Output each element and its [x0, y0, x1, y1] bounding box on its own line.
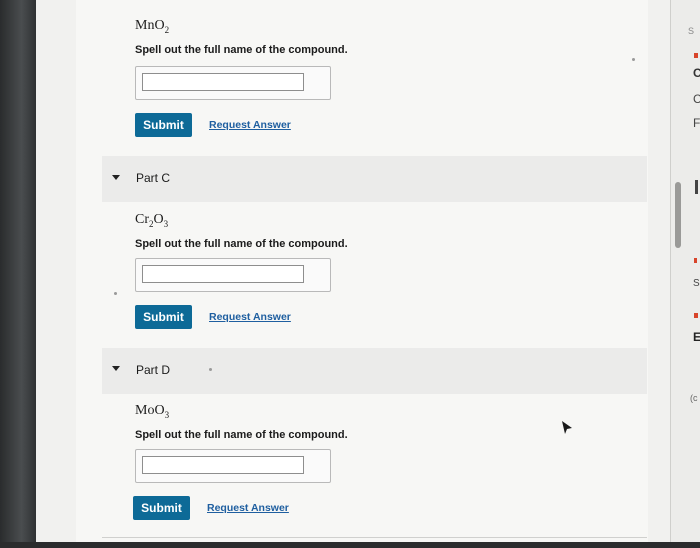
part-d-label: Part D	[136, 363, 171, 377]
divider	[102, 537, 647, 538]
answer-input-part-c[interactable]	[142, 265, 304, 283]
monitor-bezel-left	[0, 0, 36, 548]
side-letter: E	[693, 330, 700, 344]
caret-down-icon[interactable]	[112, 175, 120, 180]
assignment-page	[36, 0, 670, 542]
submit-button-part-d[interactable]: Submit	[133, 496, 190, 520]
answer-box-part-c	[135, 258, 331, 292]
dot	[632, 58, 635, 61]
part-c-header[interactable]	[102, 156, 647, 202]
side-letter: F	[693, 116, 700, 130]
answer-box-part-b	[135, 66, 331, 100]
submit-button-part-c[interactable]: Submit	[135, 305, 192, 329]
answer-input-part-b[interactable]	[142, 73, 304, 91]
right-side-panel	[670, 0, 700, 542]
part-d-header[interactable]	[102, 348, 647, 394]
monitor-bezel-bottom	[0, 542, 700, 548]
accent-mark	[694, 258, 697, 263]
caret-down-icon[interactable]	[112, 366, 120, 371]
side-letter: S	[688, 26, 695, 36]
formula-part-c: Cr2O3	[135, 212, 169, 229]
side-letter: C	[693, 66, 700, 80]
side-letter: S	[693, 278, 700, 289]
prompt-part-d: Spell out the full name of the compound.	[135, 429, 348, 441]
dot	[114, 292, 117, 295]
submit-button-part-b[interactable]: Submit	[135, 113, 192, 137]
scrollbar[interactable]	[675, 182, 681, 248]
prompt-part-c: Spell out the full name of the compound.	[135, 238, 348, 250]
answer-input-part-d[interactable]	[142, 456, 304, 474]
side-letter: (c	[690, 393, 698, 403]
formula-part-d: MoO3	[135, 403, 170, 420]
request-answer-link-part-c[interactable]: Request Answer	[209, 311, 291, 323]
mouse-pointer-icon	[562, 421, 572, 434]
formula-part-b: MnO2	[135, 18, 170, 35]
request-answer-link-part-b[interactable]: Request Answer	[209, 119, 291, 131]
side-bar	[695, 180, 698, 194]
accent-mark	[694, 53, 698, 58]
dot	[209, 368, 212, 371]
part-c-label: Part C	[136, 171, 171, 185]
request-answer-link-part-d[interactable]: Request Answer	[207, 502, 289, 514]
side-letter: C	[693, 92, 700, 106]
accent-mark	[694, 313, 698, 318]
answer-box-part-d	[135, 449, 331, 483]
prompt-part-b: Spell out the full name of the compound.	[135, 44, 348, 56]
